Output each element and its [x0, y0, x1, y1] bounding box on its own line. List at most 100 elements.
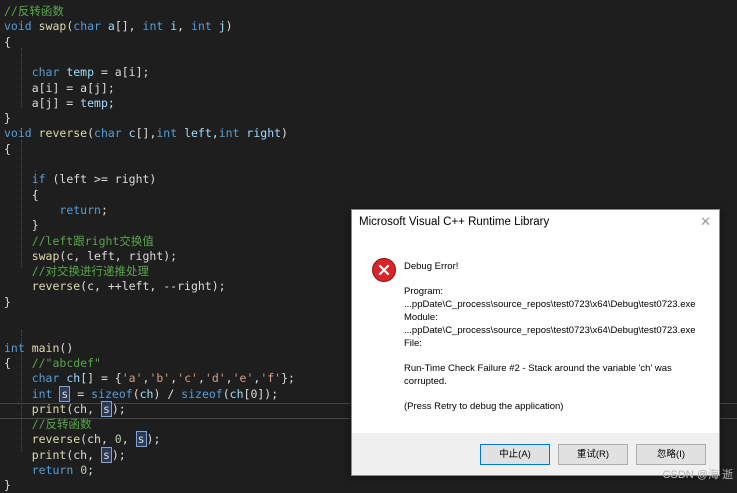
code-line[interactable]: reverse(c, ++left, --right); — [4, 279, 226, 294]
code-token: sizeof — [181, 386, 223, 401]
code-token: 'c' — [177, 371, 198, 386]
code-token: if — [31, 172, 46, 187]
code-line[interactable]: } — [4, 295, 11, 310]
close-icon[interactable]: ✕ — [700, 214, 711, 230]
code-token: ); — [111, 447, 126, 462]
code-token: ); — [146, 432, 161, 447]
code-token: { — [4, 187, 39, 202]
code-token: a[j] = — [4, 95, 81, 110]
code-token: ch — [139, 386, 154, 401]
code-token: ) — [281, 126, 288, 141]
code-line[interactable]: if (left >= right) — [4, 172, 157, 187]
code-token: [], — [135, 126, 157, 141]
code-line[interactable]: //反转函数 — [4, 4, 64, 19]
code-line[interactable]: a[i] = a[j]; — [4, 81, 115, 96]
code-token: i — [163, 19, 178, 34]
code-token: sizeof — [91, 386, 133, 401]
code-token: (left >= right) — [45, 172, 157, 187]
code-token: swap — [4, 248, 60, 263]
code-token: ; — [87, 463, 95, 477]
retry-button[interactable]: 重试(R) — [558, 444, 628, 465]
code-token: (c, ++left, --right); — [80, 279, 226, 294]
error-heading: Debug Error! — [404, 261, 459, 272]
code-token: return — [59, 202, 101, 217]
code-token: char — [31, 65, 60, 80]
code-line[interactable]: reverse(ch, 0, s); — [4, 431, 161, 448]
code-line[interactable]: char temp = a[i]; — [4, 65, 150, 80]
failure-message-line2: corrupted. — [404, 376, 447, 387]
highlighted-identifier: s — [135, 431, 147, 448]
dialog-titlebar[interactable]: Microsoft Visual C++ Runtime Library ✕ — [352, 210, 719, 238]
code-token: ch — [59, 371, 81, 386]
code-line[interactable]: { — [4, 142, 11, 157]
code-line[interactable]: void reverse(char c[],int left,int right… — [4, 126, 288, 141]
code-line[interactable]: return 0; — [4, 463, 94, 478]
code-token: temp — [59, 65, 95, 80]
code-line[interactable]: { //"abcdef" — [4, 356, 101, 371]
abort-button[interactable]: 中止(A) — [480, 444, 550, 465]
code-token: { — [4, 34, 11, 49]
code-token: = a[i]; — [94, 65, 150, 80]
code-token: }; — [281, 371, 295, 386]
code-token: (c, left, right); — [59, 248, 178, 263]
code-token: } — [4, 111, 11, 126]
code-line[interactable]: int main() — [4, 341, 73, 356]
dialog-body: Debug Error! Program: ...ppDate\C_proces… — [352, 238, 719, 433]
code-token: //反转函数 — [4, 417, 92, 432]
code-token: reverse — [31, 126, 88, 141]
code-line[interactable]: } — [4, 111, 11, 126]
runtime-error-dialog: Microsoft Visual C++ Runtime Library ✕ D… — [351, 209, 720, 476]
code-token: () — [59, 340, 74, 355]
retry-hint: (Press Retry to debug the application) — [404, 401, 564, 412]
code-line[interactable]: { — [4, 35, 11, 50]
code-token: char — [31, 371, 60, 386]
code-token: , — [177, 19, 192, 34]
code-line[interactable]: } — [4, 218, 39, 233]
code-token: [0]); — [243, 386, 279, 401]
code-token: ( — [132, 386, 140, 401]
code-token: (ch, — [80, 432, 115, 447]
highlighted-identifier: s — [100, 446, 112, 463]
code-token: main — [24, 340, 60, 355]
code-token: } — [4, 218, 39, 233]
code-line[interactable]: //left跟right交换值 — [4, 234, 154, 249]
code-line[interactable]: print(ch, s); — [4, 400, 126, 417]
code-line[interactable]: a[j] = temp; — [4, 96, 115, 111]
code-token: } — [4, 294, 11, 309]
code-line[interactable]: return; — [4, 202, 107, 218]
code-line[interactable]: print(ch, s); — [4, 446, 126, 463]
code-token: temp — [80, 95, 108, 110]
code-token: swap — [31, 19, 67, 34]
code-line[interactable]: int s = sizeof(ch) / sizeof(ch[0]); — [4, 385, 279, 402]
code-line[interactable]: void swap(char a[], int i, int j) — [4, 19, 233, 34]
code-token: left — [177, 126, 212, 141]
watermark-text: CSDN @海 逝 — [662, 469, 733, 481]
error-icon — [372, 258, 396, 282]
code-line[interactable]: char ch[] = {'a','b','c','d','e','f'}; — [4, 371, 295, 386]
code-token: ); — [111, 401, 126, 416]
file-label: File: — [404, 338, 422, 349]
code-token: j — [211, 19, 226, 34]
code-token: int — [218, 126, 240, 141]
code-token: , — [211, 126, 219, 141]
code-line[interactable]: //反转函数 — [4, 417, 92, 432]
code-token: 'd' — [204, 371, 226, 386]
code-line[interactable]: } — [4, 478, 11, 493]
code-line[interactable]: swap(c, left, right); — [4, 249, 177, 264]
code-token: ch — [229, 386, 244, 401]
ignore-button[interactable]: 忽略(I) — [636, 444, 706, 465]
code-token: [] = { — [80, 371, 122, 386]
code-token: //对交换进行递推处理 — [4, 264, 150, 279]
code-line[interactable]: { — [4, 188, 39, 203]
code-line[interactable]: //对交换进行递推处理 — [4, 264, 149, 279]
code-token: 'f' — [260, 371, 282, 386]
code-token: , — [225, 371, 233, 386]
code-token: , — [197, 371, 205, 386]
program-path: ...ppDate\C_process\source_repos\test072… — [404, 299, 696, 310]
code-token: int — [191, 19, 212, 34]
code-token: ( — [222, 386, 230, 401]
code-token: reverse — [4, 279, 81, 294]
